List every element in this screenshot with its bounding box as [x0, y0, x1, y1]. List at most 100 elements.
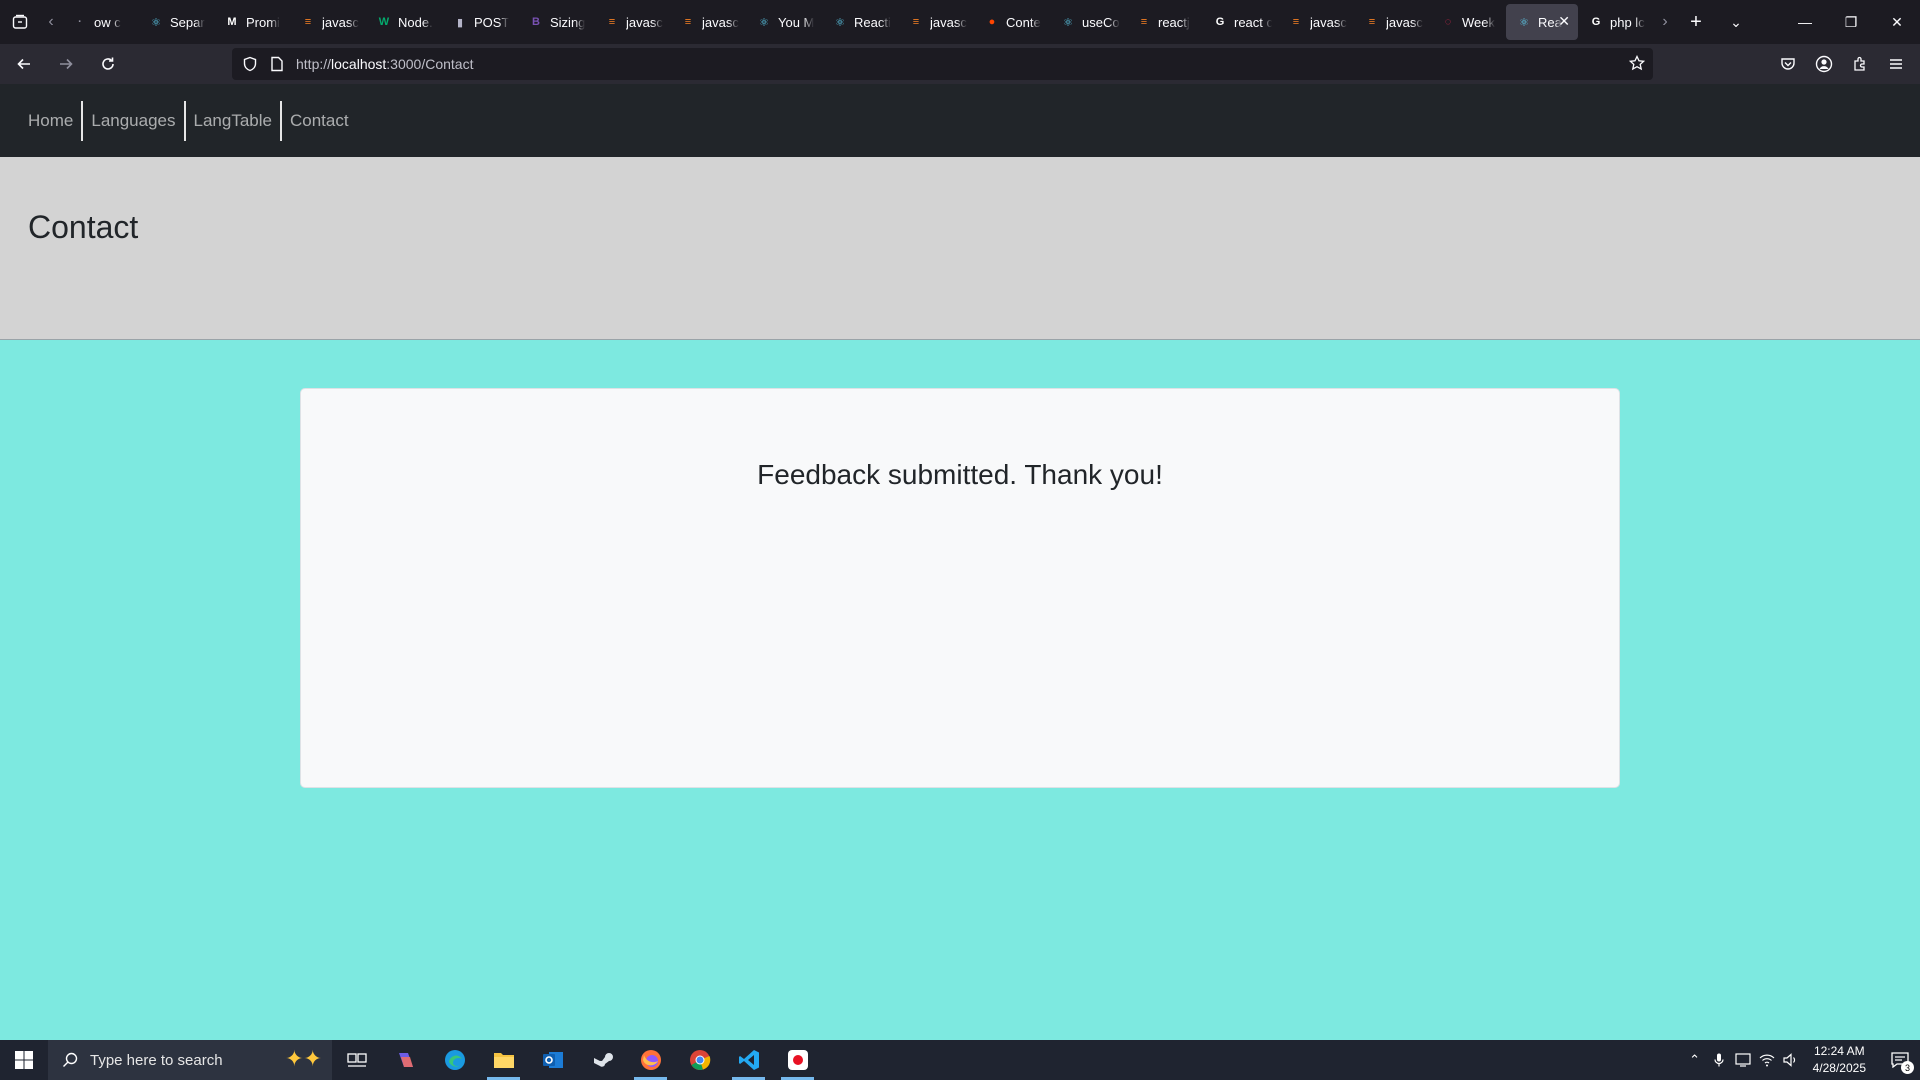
browser-tab[interactable]: ≡ reactj — [1126, 4, 1202, 40]
tab-title: ow c — [94, 14, 121, 30]
chrome-icon[interactable] — [675, 1040, 724, 1080]
browser-tab[interactable]: ⚛ Reacti — [822, 4, 898, 40]
forward-icon[interactable] — [48, 48, 84, 80]
page-header: Contact — [0, 157, 1920, 340]
close-window-icon[interactable]: ✕ — [1874, 0, 1920, 44]
browser-tab[interactable]: ≡ javasc — [1354, 4, 1430, 40]
firefox-icon[interactable] — [626, 1040, 675, 1080]
vscode-icon[interactable] — [724, 1040, 773, 1080]
tray-overflow-icon[interactable]: ⌃ — [1683, 1040, 1707, 1080]
browser-tabbar: ‹ · ow c ⚛ Separ M Promi ≡ javasc W Node. ▮ POST B Si… — [0, 0, 1920, 44]
postman-icon: ▮ — [456, 16, 464, 29]
windows-start-icon[interactable] — [0, 1040, 48, 1080]
copilot-icon[interactable] — [381, 1040, 430, 1080]
taskbar-search[interactable]: Type here to search ✦✦ — [48, 1040, 332, 1080]
react-icon: ⚛ — [1063, 16, 1073, 29]
generic-icon: · — [78, 16, 82, 28]
browser-tab[interactable]: B Sizing — [518, 4, 594, 40]
mdn-icon: M — [227, 16, 237, 28]
window-controls: — ❐ ✕ — [1782, 0, 1920, 44]
file-explorer-icon[interactable] — [479, 1040, 528, 1080]
app-navbar: Home Languages LangTable Contact — [0, 84, 1920, 157]
tab-scroll-left-icon[interactable]: ‹ — [40, 0, 62, 44]
menu-icon[interactable] — [1878, 48, 1914, 80]
nav-link-contact[interactable]: Contact — [279, 100, 357, 141]
reload-icon[interactable] — [90, 48, 126, 80]
page-info-icon[interactable] — [270, 56, 284, 72]
stackoverflow-icon: ≡ — [1140, 16, 1148, 28]
network-icon[interactable] — [1755, 1040, 1779, 1080]
task-view-icon[interactable] — [332, 1040, 381, 1080]
browser-tab[interactable]: ● Conte — [974, 4, 1050, 40]
tab-title: php lc — [1610, 14, 1645, 30]
display-icon[interactable] — [1731, 1040, 1755, 1080]
minimize-icon[interactable]: — — [1782, 0, 1828, 44]
account-icon[interactable] — [1806, 48, 1842, 80]
edge-icon[interactable] — [430, 1040, 479, 1080]
copilot-sparkle-icon: ✦✦ — [285, 1046, 322, 1071]
browser-tab[interactable]: ⚛ You M — [746, 4, 822, 40]
stackoverflow-icon: ≡ — [1368, 16, 1376, 28]
browser-tab[interactable]: ≡ javasc — [670, 4, 746, 40]
notification-count-badge: 3 — [1901, 1061, 1914, 1074]
tab-title: Node. — [398, 14, 433, 30]
tab-title: javasc — [322, 14, 359, 30]
tab-title: javasc — [1310, 14, 1347, 30]
tab-strip: · ow c ⚛ Separ M Promi ≡ javasc W Node. ▮ POST B Sizi… — [62, 0, 1654, 44]
feedback-message: Feedback submitted. Thank you! — [757, 459, 1163, 490]
loading-icon: ◌ — [1444, 16, 1452, 28]
browser-tab[interactable]: M Promi — [214, 4, 290, 40]
system-tray: ⌃ 12:24 AM 4/28/2025 3 — [1683, 1040, 1920, 1080]
close-tab-icon[interactable]: ✕ — [1558, 13, 1570, 30]
browser-tab[interactable]: ▮ POST — [442, 4, 518, 40]
tab-overview-icon[interactable] — [0, 0, 40, 44]
list-all-tabs-icon[interactable]: ⌄ — [1716, 0, 1756, 44]
nav-link-languages[interactable]: Languages — [81, 100, 183, 141]
browser-tab[interactable]: W Node. — [366, 4, 442, 40]
react-icon: ⚛ — [1519, 16, 1529, 29]
tab-scroll-right-icon[interactable]: › — [1654, 0, 1676, 44]
stackoverflow-icon: ≡ — [684, 16, 692, 28]
microphone-icon[interactable] — [1707, 1040, 1731, 1080]
browser-tab[interactable]: ≡ javasc — [898, 4, 974, 40]
taskbar-apps — [332, 1040, 822, 1080]
tracking-protection-icon[interactable] — [242, 56, 258, 72]
url-text[interactable]: http://localhost:3000/Contact — [296, 56, 473, 72]
browser-tab[interactable]: ⚛ useCo — [1050, 4, 1126, 40]
outlook-icon[interactable] — [528, 1040, 577, 1080]
browser-tab[interactable]: ⚛ Separ — [138, 4, 214, 40]
address-bar[interactable]: http://localhost:3000/Contact — [232, 48, 1653, 80]
browser-tab[interactable]: ≡ javasc — [290, 4, 366, 40]
notification-center-icon[interactable]: 3 — [1880, 1040, 1920, 1080]
tab-title: Reacti — [854, 14, 891, 30]
browser-tab[interactable]: Greact c — [1202, 4, 1278, 40]
restore-icon[interactable]: ❐ — [1828, 0, 1874, 44]
browser-tab[interactable]: ≡ javasc — [594, 4, 670, 40]
toolbar-right — [1770, 48, 1914, 80]
bookmark-star-icon[interactable] — [1628, 54, 1646, 76]
extensions-icon[interactable] — [1842, 48, 1878, 80]
new-tab-icon[interactable]: + — [1676, 0, 1716, 44]
browser-tab[interactable]: Gphp lc — [1578, 4, 1654, 40]
tab-title: reactj — [1158, 14, 1190, 30]
tab-title: react c — [1234, 14, 1272, 30]
browser-tab[interactable]: ≡ javasc — [1278, 4, 1354, 40]
stackoverflow-icon: ≡ — [1292, 16, 1300, 28]
browser-tab[interactable]: · ow c — [62, 4, 138, 40]
browser-tab[interactable]: ⚛ Rea ✕ — [1506, 4, 1578, 40]
nav-link-home[interactable]: Home — [20, 101, 81, 141]
react-icon: ⚛ — [151, 16, 161, 29]
taskbar-clock[interactable]: 12:24 AM 4/28/2025 — [1813, 1043, 1866, 1077]
browser-tab[interactable]: ◌ Week — [1430, 4, 1506, 40]
nav-link-langtable[interactable]: LangTable — [183, 100, 280, 141]
clock-time: 12:24 AM — [1813, 1044, 1865, 1058]
back-icon[interactable] — [6, 48, 42, 80]
react-icon: ⚛ — [759, 16, 769, 29]
tab-title: Week — [1462, 14, 1495, 30]
pocket-icon[interactable] — [1770, 48, 1806, 80]
recorder-icon[interactable] — [773, 1040, 822, 1080]
volume-icon[interactable] — [1779, 1040, 1803, 1080]
steam-icon[interactable] — [577, 1040, 626, 1080]
tab-title: javasc — [702, 14, 739, 30]
tab-title: useCo — [1082, 14, 1120, 30]
